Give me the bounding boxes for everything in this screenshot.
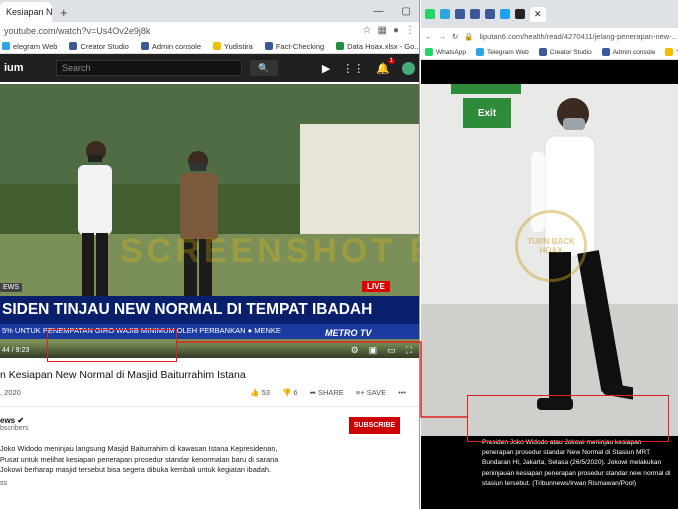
bookmark-label: elegram Web bbox=[13, 41, 58, 51]
bookmark-item[interactable]: Yudistira bbox=[213, 42, 253, 51]
bookmark-item[interactable]: Admin console bbox=[140, 41, 202, 51]
lock-icon: 🔒 bbox=[464, 32, 474, 41]
bookmark-favicon bbox=[601, 48, 610, 56]
apps-icon[interactable]: ⋮⋮ bbox=[342, 62, 364, 75]
bookmark-favicon bbox=[425, 48, 433, 56]
time-display: 44 / 9:23 bbox=[2, 346, 30, 354]
bookmark-label: Creator Studio bbox=[80, 41, 129, 51]
upload-date: , 2020 bbox=[0, 388, 21, 397]
video-player[interactable]: SCREENSHOT BY EWS LIVE SIDEN TINJAU NEW … bbox=[0, 84, 419, 358]
photo-caption: Presiden Joko Widodo atau Jokowi meninja… bbox=[421, 436, 678, 509]
bookmark-label: Creator Studio bbox=[549, 48, 592, 56]
bookmark-item[interactable]: Yudistira bbox=[665, 48, 678, 56]
address-bar-right[interactable]: ← → ↻ 🔒 liputan6.com/health/read/4270411… bbox=[421, 28, 678, 45]
tab-favicon-icon[interactable] bbox=[455, 9, 465, 19]
youtube-header: ium Search 🔍 ▶ ⋮⋮ 🔔 1 bbox=[0, 54, 419, 82]
menu-icon[interactable]: ⋮ bbox=[405, 25, 415, 36]
back-icon[interactable]: ← bbox=[425, 32, 433, 41]
bookmark-favicon bbox=[476, 48, 484, 56]
bookmark-favicon bbox=[336, 42, 345, 50]
bookmarks-bar: elegram Web Creator Studio Admin console Yu… bbox=[0, 39, 419, 54]
tab-favicon-icon[interactable] bbox=[500, 9, 510, 19]
bookmark-label: Telegram Web bbox=[487, 48, 529, 56]
tab-favicon-icon[interactable] bbox=[515, 9, 525, 19]
youtube-logo[interactable]: ium bbox=[4, 62, 44, 74]
tab-title: Kesiapan Ne bbox=[6, 7, 52, 17]
bell-icon[interactable]: 🔔 1 bbox=[376, 57, 395, 75]
bookmark-item[interactable]: Creator Studio bbox=[538, 48, 592, 56]
bookmark-item[interactable]: Creator Studio bbox=[69, 41, 129, 51]
bookmarks-bar-right: WhatsApp Telegram Web Creator Studio Admin … bbox=[421, 45, 678, 60]
news-headline: SIDEN TINJAU NEW NORMAL DI TEMPAT IBADAH bbox=[0, 296, 419, 324]
search-icon[interactable]: 🔍 bbox=[250, 60, 278, 76]
tab-bar: Kesiapan Ne ✕ + — ▢ bbox=[0, 0, 419, 22]
youtube-window: Kesiapan Ne ✕ + — ▢ youtube.com/watch?v=… bbox=[0, 0, 420, 509]
forward-icon[interactable]: → bbox=[439, 32, 447, 41]
news-tag: EWS bbox=[0, 283, 22, 292]
subscriber-count: bscribers bbox=[0, 425, 29, 432]
tab-favicon-icon[interactable] bbox=[440, 9, 450, 19]
live-badge: LIVE bbox=[362, 281, 390, 292]
tab-active-liputan6[interactable]: ✕ bbox=[530, 6, 546, 22]
bookmark-item[interactable]: elegram Web bbox=[2, 42, 57, 51]
profile-icon[interactable]: ● bbox=[393, 25, 399, 36]
url-text[interactable]: youtube.com/watch?v=Us4Ov2e9j8k bbox=[4, 26, 357, 36]
bookmark-item[interactable]: Fact-Checking bbox=[264, 41, 325, 51]
tab-bar-right: ✕ bbox=[421, 0, 678, 28]
watermark: SCREENSHOT BY bbox=[120, 232, 419, 270]
extension-icon[interactable]: ▦ bbox=[378, 25, 387, 36]
bookmark-item[interactable]: Admin console bbox=[601, 48, 656, 56]
description-line: Jokowi berharap masjid tersebut bisa seg… bbox=[0, 465, 271, 474]
window-controls: — ▢ bbox=[374, 2, 419, 22]
show-more-link[interactable]: ss bbox=[0, 480, 7, 487]
tab-favicon-icon[interactable] bbox=[470, 9, 480, 19]
highlight-box-video bbox=[47, 329, 177, 362]
bookmark-favicon bbox=[69, 42, 78, 50]
bookmark-label: Fact-Checking bbox=[275, 41, 325, 51]
bookmark-label: Admin console bbox=[151, 41, 202, 51]
bookmark-favicon bbox=[665, 48, 674, 56]
bookmark-item[interactable]: Telegram Web bbox=[476, 48, 529, 56]
tab-favicon-icon[interactable] bbox=[425, 9, 435, 19]
bookmark-label: Data Hoax.xlsx - Go... bbox=[347, 41, 419, 51]
search-input[interactable]: Search bbox=[56, 60, 242, 76]
tab-favicon-icon[interactable] bbox=[485, 9, 495, 19]
bookmark-label: Yudistira bbox=[224, 41, 253, 51]
bookmark-label: WhatsApp bbox=[436, 48, 466, 56]
connector-line bbox=[177, 341, 467, 418]
bookmark-item[interactable]: Data Hoax.xlsx - Go... bbox=[336, 42, 419, 51]
bookmark-favicon bbox=[2, 42, 10, 50]
reload-icon[interactable]: ↻ bbox=[452, 32, 458, 41]
bookmark-favicon bbox=[538, 48, 547, 56]
bookmark-item[interactable]: WhatsApp bbox=[425, 48, 466, 56]
address-bar[interactable]: youtube.com/watch?v=Us4Ov2e9j8k ☆ ▦ ● ⋮ bbox=[0, 22, 419, 39]
tab-youtube[interactable]: Kesiapan Ne ✕ bbox=[0, 2, 52, 22]
description-line: Joko Widodo meninjau langsung Masjid Bai… bbox=[0, 444, 278, 453]
new-tab-icon[interactable]: + bbox=[60, 4, 68, 22]
channel-name-text: ews bbox=[0, 416, 16, 425]
bookmark-favicon bbox=[264, 42, 273, 50]
channel-logo: METRO TV bbox=[325, 328, 372, 338]
video-building bbox=[300, 124, 419, 234]
highlight-box-photo bbox=[467, 395, 669, 442]
star-icon[interactable]: ☆ bbox=[363, 25, 372, 36]
bookmark-favicon bbox=[213, 42, 222, 50]
video-description: Joko Widodo meninjau langsung Masjid Bai… bbox=[0, 444, 300, 476]
channel-name[interactable]: ews ✔ bbox=[0, 416, 24, 425]
create-video-icon[interactable]: ▶ bbox=[322, 62, 330, 75]
bookmark-label: Admin console bbox=[612, 48, 656, 56]
header-icons: ▶ ⋮⋮ 🔔 1 bbox=[322, 57, 415, 75]
minimize-icon[interactable]: — bbox=[374, 2, 384, 22]
description-line: Pusat untuk melihat kesiapan penerapan p… bbox=[0, 454, 279, 464]
url-text-right[interactable]: liputan6.com/health/read/4270411/jelang-… bbox=[480, 32, 678, 41]
verified-icon: ✔ bbox=[17, 416, 25, 425]
bookmark-favicon bbox=[140, 42, 149, 50]
person-white-shirt bbox=[78, 141, 112, 308]
maximize-icon[interactable]: ▢ bbox=[402, 2, 411, 22]
notification-badge: 1 bbox=[387, 57, 395, 64]
avatar[interactable] bbox=[402, 61, 415, 75]
turnbackhoax-stamp: TURN BACK HOAX bbox=[515, 210, 587, 282]
